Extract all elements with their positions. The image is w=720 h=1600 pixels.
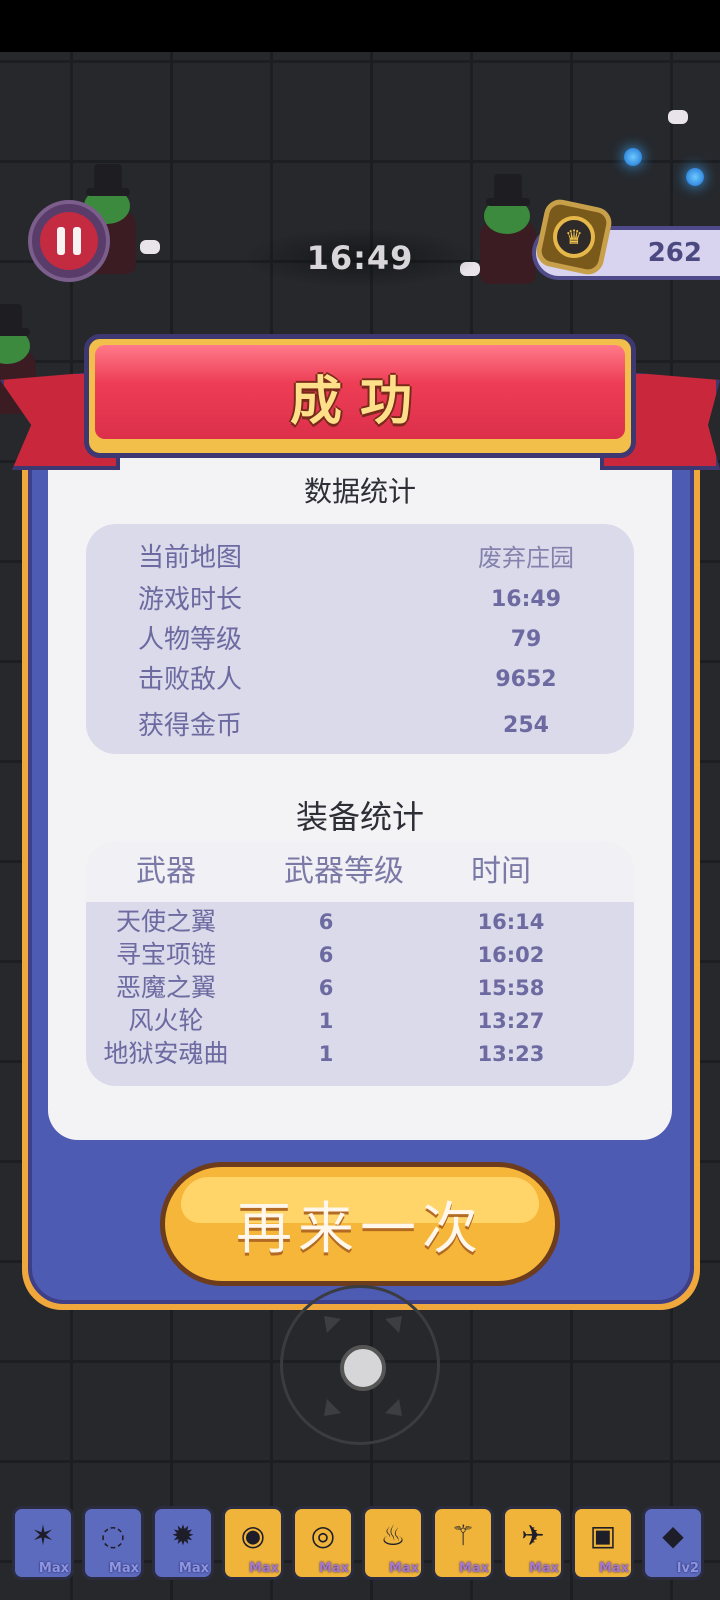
stat-label: 击败敌人: [138, 665, 243, 695]
wings-icon: ✶: [31, 1519, 55, 1552]
equip-name: 风火轮: [128, 1006, 204, 1035]
joystick-arrow-icon: [384, 1308, 410, 1334]
stat-value: 254: [503, 713, 549, 738]
equip-level: 1: [318, 1009, 334, 1033]
necklace-icon: ◌: [100, 1519, 126, 1552]
item-slot[interactable]: ✹ Max: [152, 1506, 214, 1580]
equip-header-level: 武器等级: [284, 854, 404, 889]
stat-label: 获得金币: [138, 711, 243, 741]
diamond-icon: ◆: [662, 1519, 684, 1552]
equip-level: 6: [318, 976, 334, 1000]
equip-time: 13:27: [477, 1009, 545, 1033]
item-level-tag: Max: [388, 1561, 419, 1576]
stat-value: 79: [510, 627, 542, 652]
result-ribbon: 成功: [84, 334, 636, 458]
joystick-arrow-icon: [316, 1398, 342, 1424]
stat-value: 废弃庄园: [478, 544, 574, 572]
item-slot[interactable]: ◆ lv2: [642, 1506, 704, 1580]
stats-title: 数据统计: [303, 475, 416, 508]
joystick-knob[interactable]: [340, 1345, 386, 1391]
equip-row: 地狱安魂曲 1 13:23: [86, 1037, 634, 1071]
torch-icon: ♨: [380, 1519, 406, 1552]
equip-name: 恶魔之翼: [115, 973, 216, 1002]
result-title: 成功: [289, 372, 430, 432]
status-bar: [0, 0, 720, 52]
staff-icon: ⚚: [450, 1519, 476, 1552]
retry-button[interactable]: 再来一次: [160, 1162, 560, 1286]
item-slot[interactable]: ✈ Max: [502, 1506, 564, 1580]
equip-name: 天使之翼: [115, 907, 216, 936]
stat-value: 16:49: [490, 587, 562, 612]
equip-title: 装备统计: [295, 798, 424, 836]
stat-row-kills: 击败敌人 9652: [86, 660, 634, 700]
item-level-tag: lv2: [677, 1561, 699, 1576]
equip-header-weapon: 武器: [136, 854, 196, 889]
stat-row-gold: 获得金币 254: [86, 706, 634, 746]
crown-coin-icon: ♛: [533, 196, 615, 278]
item-level-tag: Max: [248, 1561, 279, 1576]
exp-orb: [624, 148, 642, 166]
stat-value: 9652: [495, 667, 557, 692]
item-slot[interactable]: ⚚ Max: [432, 1506, 494, 1580]
fire-wheel-icon: ◉: [240, 1519, 266, 1552]
equip-level: 6: [318, 910, 334, 934]
item-level-tag: Max: [318, 1561, 349, 1576]
equip-time: 16:14: [477, 910, 545, 934]
joystick-arrow-icon: [316, 1308, 342, 1334]
equip-header-time: 时间: [471, 854, 531, 889]
equip-row: 寻宝项链 6 16:02: [86, 938, 634, 972]
item-slot[interactable]: ♨ Max: [362, 1506, 424, 1580]
demon-wings-icon: ✹: [171, 1519, 195, 1552]
block-icon: ▣: [589, 1519, 617, 1552]
virtual-joystick[interactable]: [280, 1285, 440, 1445]
stat-label: 当前地图: [138, 543, 243, 573]
equip-time: 16:02: [477, 943, 545, 967]
item-level-tag: Max: [598, 1561, 629, 1576]
equipment-bar: ✶ Max ◌ Max ✹ Max ◉ Max ◎ Max ♨ Max ⚚ Ma…: [8, 1506, 712, 1580]
stat-row-level: 人物等级 79: [86, 620, 634, 660]
equip-row: 恶魔之翼 6 15:58: [86, 971, 634, 1005]
item-level-tag: Max: [108, 1561, 139, 1576]
pause-icon: [40, 212, 98, 270]
equip-time: 13:23: [477, 1042, 545, 1066]
equip-row: 风火轮 1 13:27: [86, 1004, 634, 1038]
exp-orb: [686, 168, 704, 186]
equip-level: 1: [318, 1042, 334, 1066]
equip-name: 地狱安魂曲: [103, 1039, 229, 1068]
blaster-icon: ✈: [521, 1519, 545, 1552]
pause-button[interactable]: [28, 200, 110, 282]
stat-label: 人物等级: [138, 625, 243, 655]
item-slot[interactable]: ◌ Max: [82, 1506, 144, 1580]
stat-label: 游戏时长: [138, 585, 243, 615]
item-slot[interactable]: ◉ Max: [222, 1506, 284, 1580]
item-level-tag: Max: [528, 1561, 559, 1576]
equip-level: 6: [318, 943, 334, 967]
item-slot[interactable]: ✶ Max: [12, 1506, 74, 1580]
item-slot[interactable]: ▣ Max: [572, 1506, 634, 1580]
equip-name: 寻宝项链: [115, 940, 216, 969]
item-level-tag: Max: [178, 1561, 209, 1576]
stat-row-playtime: 游戏时长 16:49: [86, 580, 634, 620]
game-timer: 16:49: [240, 228, 480, 288]
item-slot[interactable]: ◎ Max: [292, 1506, 354, 1580]
item-level-tag: Max: [458, 1561, 489, 1576]
item-level-tag: Max: [38, 1561, 69, 1576]
stats-box: 当前地图 废弃庄园 游戏时长 16:49 人物等级 79 击败敌人 9652 获…: [86, 524, 634, 754]
equip-time: 15:58: [477, 976, 545, 1000]
ring-icon: ◎: [310, 1519, 336, 1552]
equip-row: 天使之翼 6 16:14: [86, 905, 634, 939]
joystick-arrow-icon: [384, 1398, 410, 1424]
equip-header-row: 武器 武器等级 时间: [86, 842, 634, 902]
stat-row-map: 当前地图 废弃庄园: [86, 538, 634, 578]
retry-label: 再来一次: [236, 1196, 484, 1262]
